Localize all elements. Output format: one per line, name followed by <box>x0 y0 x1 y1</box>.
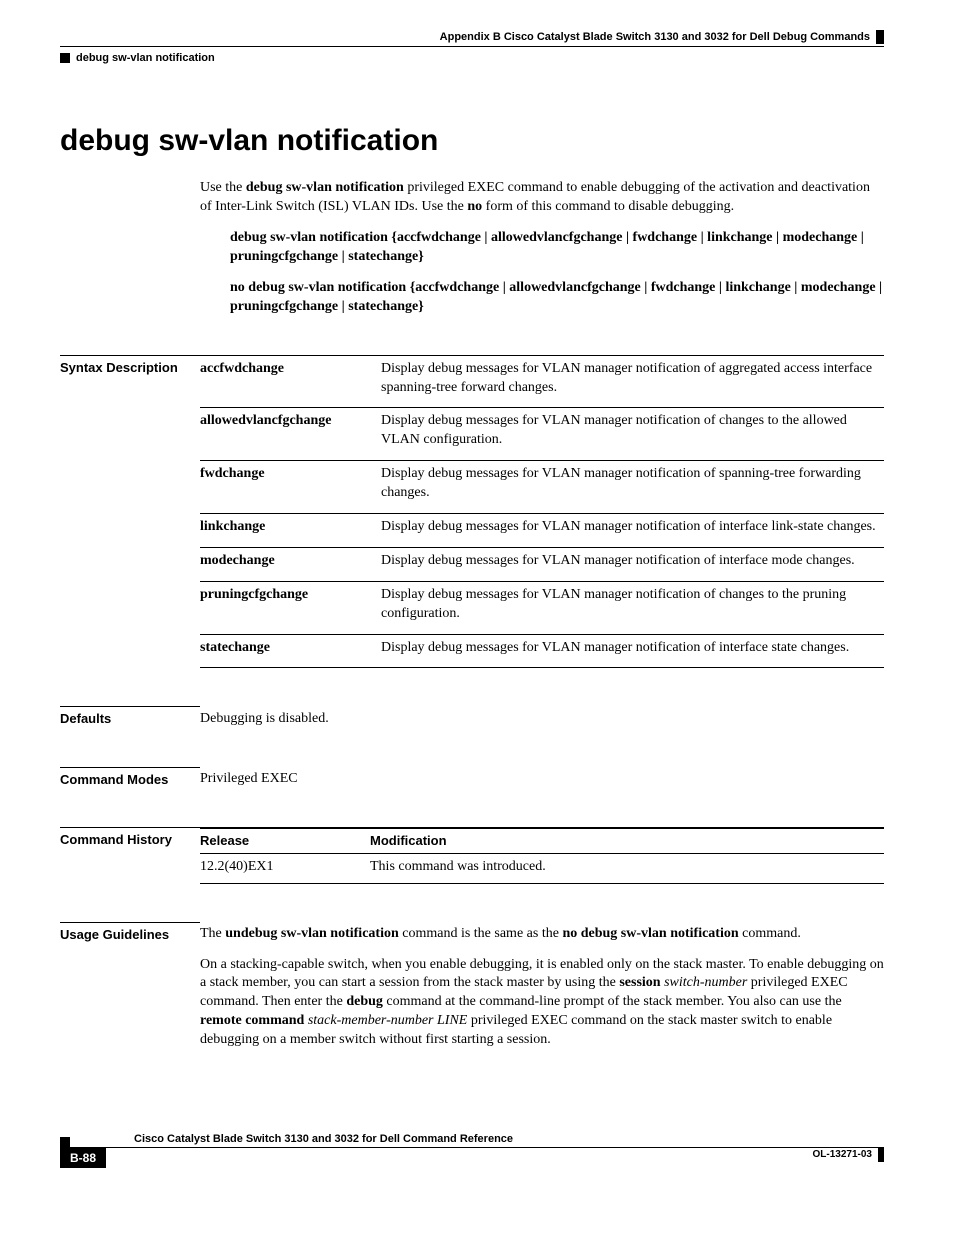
page-footer: Cisco Catalyst Blade Switch 3130 and 303… <box>60 1132 884 1168</box>
command-modes-section: Command Modes Privileged EXEC <box>60 767 884 789</box>
history-header-modification: Modification <box>370 828 884 853</box>
square-bullet-icon <box>60 53 70 63</box>
table-row: accfwdchangeDisplay debug messages for V… <box>200 355 884 408</box>
usage-paragraph-2: On a stacking-capable switch, when you e… <box>200 956 884 1050</box>
syntax-description-section: Syntax Description accfwdchangeDisplay d… <box>60 355 884 669</box>
section-label: Command Modes <box>60 767 200 789</box>
defaults-section: Defaults Debugging is disabled. <box>60 706 884 729</box>
section-label: Usage Guidelines <box>60 922 200 1062</box>
square-bullet-icon <box>60 1137 70 1147</box>
appendix-title: Appendix B Cisco Catalyst Blade Switch 3… <box>440 30 884 44</box>
table-row: 12.2(40)EX1 This command was introduced. <box>200 853 884 883</box>
usage-paragraph-1: The undebug sw-vlan notification command… <box>200 925 884 944</box>
running-header: Appendix B Cisco Catalyst Blade Switch 3… <box>60 30 884 44</box>
topic-header: debug sw-vlan notification <box>60 51 884 66</box>
history-table: Release Modification 12.2(40)EX1 This co… <box>200 827 884 883</box>
usage-guidelines-section: Usage Guidelines The undebug sw-vlan not… <box>60 922 884 1062</box>
syntax-form-2: no debug sw-vlan notification {accfwdcha… <box>230 279 884 317</box>
section-label: Syntax Description <box>60 355 200 669</box>
table-row: modechangeDisplay debug messages for VLA… <box>200 547 884 581</box>
page-number-badge: B-88 <box>60 1148 106 1168</box>
syntax-form-1: debug sw-vlan notification {accfwdchange… <box>230 229 884 267</box>
table-row: fwdchangeDisplay debug messages for VLAN… <box>200 461 884 514</box>
table-row: statechangeDisplay debug messages for VL… <box>200 634 884 668</box>
header-rule <box>60 46 884 47</box>
command-history-section: Command History Release Modification 12.… <box>60 827 884 883</box>
modes-text: Privileged EXEC <box>200 771 298 786</box>
defaults-text: Debugging is disabled. <box>200 711 329 726</box>
doc-id: OL-13271-03 <box>813 1148 884 1162</box>
topic-name: debug sw-vlan notification <box>76 51 215 66</box>
intro-paragraph: Use the debug sw-vlan notification privi… <box>200 179 884 217</box>
page-title: debug sw-vlan notification <box>60 121 884 162</box>
table-row: linkchangeDisplay debug messages for VLA… <box>200 514 884 548</box>
manual-title: Cisco Catalyst Blade Switch 3130 and 303… <box>134 1132 513 1147</box>
syntax-table: accfwdchangeDisplay debug messages for V… <box>200 355 884 669</box>
section-label: Defaults <box>60 706 200 729</box>
section-label: Command History <box>60 827 200 883</box>
table-row: pruningcfgchangeDisplay debug messages f… <box>200 581 884 634</box>
table-row: allowedvlancfgchangeDisplay debug messag… <box>200 408 884 461</box>
history-header-release: Release <box>200 828 370 853</box>
